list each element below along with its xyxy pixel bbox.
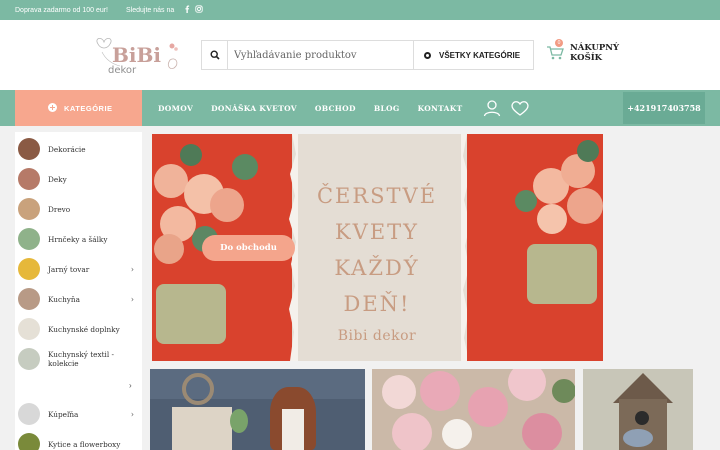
hero-right-photo	[467, 134, 603, 361]
logo-text-top: BiBi	[112, 43, 161, 67]
sidebar-item-label: Kytice a flowerboxy	[48, 439, 121, 449]
cart-label: NÁKUPNÝ KOŠÍK	[570, 43, 619, 63]
category-thumbnail	[18, 318, 40, 340]
sidebar-item-dekoracie[interactable]: Dekorácie	[15, 137, 142, 161]
nav-link-donaska-kvetov[interactable]: DONÁŠKA KVETOV	[211, 104, 297, 113]
promo-tile-dog[interactable]	[150, 369, 365, 450]
sidebar-item-label: Jarný tovar	[48, 264, 90, 274]
categories-button[interactable]: KATEGÓRIE	[15, 90, 142, 126]
cart-label-line2: KOŠÍK	[570, 53, 603, 63]
sidebar-item-label: Kuchynský textil - kolekcie	[48, 350, 114, 368]
all-categories-dropdown[interactable]: VŠETKY KATEGÓRIE	[413, 41, 533, 69]
facebook-icon[interactable]	[184, 5, 190, 15]
category-thumbnail	[18, 138, 40, 160]
category-sidebar: Dekorácie Deky Drevo Hrnčeky a šálky Jar…	[15, 132, 142, 450]
category-thumbnail	[18, 403, 40, 425]
sidebar-item-label: Kuchynské doplnky	[48, 324, 120, 334]
sidebar-item-kuchynske-doplnky[interactable]: Kuchynské doplnky	[15, 317, 142, 341]
sidebar-item-label: Dekorácie	[48, 144, 86, 154]
logo-text-bottom: dekor	[108, 65, 137, 76]
promo-tile-flowers[interactable]	[372, 369, 575, 450]
category-thumbnail	[18, 288, 40, 310]
nav-link-blog[interactable]: BLOG	[374, 104, 400, 113]
hero-headline-line3: KAŽDÝ DEŇ!	[334, 256, 420, 316]
sidebar-item-drevo[interactable]: Drevo	[15, 197, 142, 221]
hero-headline: ČERSTVÉ KVETY KAŽDÝ DEŇ!	[302, 178, 452, 322]
site-header: BiBi dekor VŠETKY KATEGÓRIE 0 NÁKUPNÝ KO…	[0, 20, 720, 90]
main-navigation: KATEGÓRIE DOMOV DONÁŠKA KVETOV OBCHOD BL…	[0, 90, 720, 126]
sidebar-item-label: Kúpeľňa	[48, 409, 79, 419]
search-input[interactable]	[228, 42, 413, 68]
phone-number-button[interactable]: +421917403758	[623, 92, 705, 124]
cart-icon: 0	[546, 39, 564, 62]
sidebar-item-jarny-tovar[interactable]: Jarný tovar ›	[15, 257, 142, 281]
dropdown-dot-icon	[424, 51, 431, 59]
user-account-icon[interactable]	[483, 99, 501, 117]
search-icon[interactable]	[202, 41, 228, 69]
chevron-right-icon[interactable]: ›	[131, 265, 134, 274]
product-search: VŠETKY KATEGÓRIE	[201, 40, 534, 70]
top-bar: Doprava zadarmo od 100 eur! Sledujte nás…	[0, 0, 720, 20]
hero-headline-line2: KVETY	[334, 220, 420, 244]
sidebar-item-kupelna[interactable]: Kúpeľňa ›	[15, 402, 142, 426]
hero-banner: ČERSTVÉ KVETY KAŽDÝ DEŇ! Bibi dekor Do o…	[152, 134, 603, 361]
free-shipping-promo: Doprava zadarmo od 100 eur!	[15, 6, 108, 14]
cart-count-badge: 0	[555, 39, 563, 47]
categories-button-label: KATEGÓRIE	[64, 103, 113, 113]
nav-link-kontakt[interactable]: KONTAKT	[418, 104, 463, 113]
social-label: Sledujte nás na	[126, 6, 175, 14]
hero-brand-name: Bibi dekor	[337, 328, 417, 344]
sidebar-item-label: Kuchyňa	[48, 294, 80, 304]
nav-link-obchod[interactable]: OBCHOD	[315, 104, 356, 113]
chevron-right-icon[interactable]: ›	[131, 410, 134, 419]
promo-tile-birdhouse[interactable]	[583, 369, 693, 450]
category-thumbnail	[18, 228, 40, 250]
wishlist-heart-icon[interactable]	[511, 100, 529, 116]
shop-now-button[interactable]: Do obchodu	[202, 235, 295, 261]
category-thumbnail	[18, 258, 40, 280]
instagram-icon[interactable]	[195, 5, 203, 15]
bibi-dekor-logo[interactable]: BiBi dekor	[92, 34, 182, 76]
sidebar-item-deky[interactable]: Deky	[15, 167, 142, 191]
sidebar-item-kuchynsky-textil[interactable]: Kuchynský textil - kolekcie	[15, 347, 142, 371]
category-thumbnail	[18, 433, 40, 450]
sidebar-item-label: Deky	[48, 174, 67, 184]
sidebar-item-label: Hrnčeky a šálky	[48, 234, 108, 244]
sidebar-item-label: Drevo	[48, 204, 71, 214]
nav-link-domov[interactable]: DOMOV	[158, 104, 193, 113]
all-categories-label: VŠETKY KATEGÓRIE	[439, 50, 521, 60]
category-thumbnail	[18, 198, 40, 220]
cart-label-line1: NÁKUPNÝ	[570, 43, 620, 53]
sidebar-item-kytice[interactable]: Kytice a flowerboxy	[15, 432, 142, 450]
category-thumbnail	[18, 168, 40, 190]
hero-headline-line1: ČERSTVÉ	[316, 184, 438, 208]
chevron-right-icon[interactable]: ›	[129, 381, 132, 390]
chevron-right-icon[interactable]: ›	[131, 295, 134, 304]
shopping-cart[interactable]: 0 NÁKUPNÝ KOŠÍK	[546, 39, 619, 63]
plus-circle-icon	[48, 103, 57, 112]
sidebar-item-kuchyna[interactable]: Kuchyňa ›	[15, 287, 142, 311]
sidebar-item-hrnceky[interactable]: Hrnčeky a šálky	[15, 227, 142, 251]
nav-links: DOMOV DONÁŠKA KVETOV OBCHOD BLOG KONTAKT	[158, 90, 480, 126]
category-thumbnail	[18, 348, 40, 370]
